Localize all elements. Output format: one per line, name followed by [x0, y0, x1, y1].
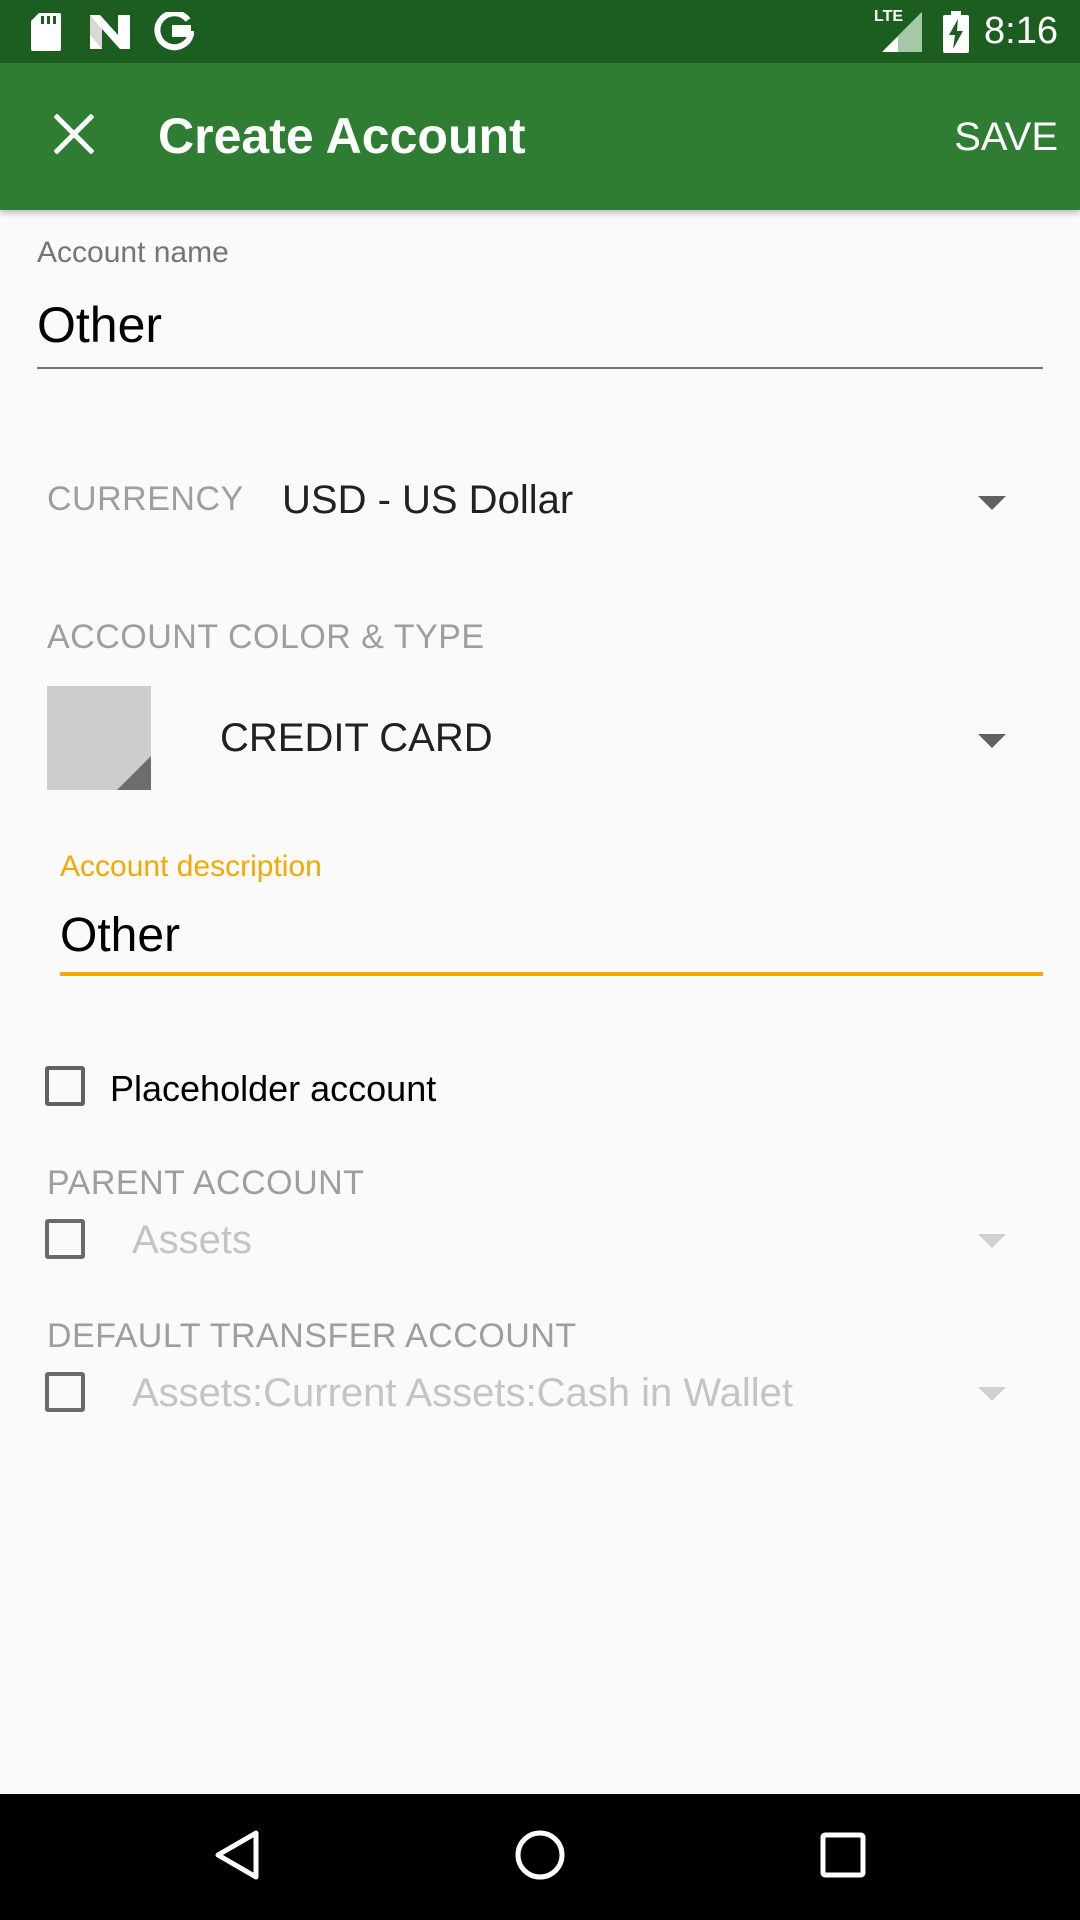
default-transfer-dropdown-icon — [978, 1387, 1006, 1401]
parent-account-spinner[interactable]: Assets — [120, 1202, 1030, 1278]
n-notification-icon — [88, 0, 132, 63]
parent-account-dropdown-icon — [978, 1234, 1006, 1248]
default-transfer-checkbox[interactable] — [45, 1372, 85, 1412]
color-type-label: ACCOUNT COLOR & TYPE — [47, 618, 485, 656]
network-type-label: LTE — [874, 8, 904, 25]
status-bar: LTE 8:16 — [0, 0, 1080, 63]
recents-icon — [820, 1832, 866, 1883]
account-type-spinner[interactable]: CREDIT CARD — [210, 700, 1030, 780]
lte-signal-icon: LTE — [874, 0, 922, 63]
account-name-underline — [37, 367, 1043, 369]
currency-value: USD - US Dollar — [282, 478, 574, 522]
currency-spinner[interactable]: USD - US Dollar — [270, 462, 1030, 542]
swatch-corner-icon — [117, 756, 151, 790]
placeholder-account-row[interactable]: Placeholder account — [30, 1060, 530, 1120]
status-time: 8:16 — [984, 10, 1058, 52]
account-name-label: Account name — [37, 236, 229, 269]
back-icon — [214, 1829, 260, 1886]
save-button[interactable]: SAVE — [952, 99, 1060, 175]
placeholder-account-label: Placeholder account — [110, 1068, 437, 1109]
home-icon — [514, 1829, 566, 1886]
parent-account-value: Assets — [132, 1218, 253, 1262]
account-type-value: CREDIT CARD — [220, 716, 493, 760]
default-transfer-spinner[interactable]: Assets:Current Assets:Cash in Wallet — [120, 1355, 1030, 1431]
default-transfer-label: DEFAULT TRANSFER ACCOUNT — [47, 1317, 577, 1355]
parent-account-checkbox[interactable] — [45, 1219, 85, 1259]
account-description-underline — [60, 972, 1043, 976]
back-button[interactable] — [192, 1812, 282, 1902]
account-description-field[interactable]: Other — [60, 908, 180, 963]
battery-charging-icon — [942, 0, 970, 63]
placeholder-checkbox[interactable] — [45, 1066, 85, 1106]
close-button[interactable] — [34, 96, 114, 176]
sd-card-icon — [28, 0, 64, 63]
page-title: Create Account — [158, 108, 526, 164]
account-type-dropdown-icon — [978, 734, 1006, 748]
account-name-field[interactable]: Other — [37, 296, 162, 354]
account-color-swatch[interactable] — [47, 686, 151, 790]
currency-dropdown-icon — [978, 496, 1006, 510]
default-transfer-value: Assets:Current Assets:Cash in Wallet — [132, 1371, 793, 1415]
parent-account-label: PARENT ACCOUNT — [47, 1164, 365, 1202]
currency-label: CURRENCY — [47, 480, 244, 518]
navigation-bar — [0, 1794, 1080, 1920]
create-account-screen: LTE 8:16 Create Account SAVE Account nam… — [0, 0, 1080, 1920]
app-bar: Create Account SAVE — [0, 63, 1080, 210]
account-description-label: Account description — [60, 850, 322, 883]
recents-button[interactable] — [798, 1812, 888, 1902]
home-button[interactable] — [495, 1812, 585, 1902]
close-icon — [53, 112, 95, 159]
google-icon — [152, 0, 196, 63]
